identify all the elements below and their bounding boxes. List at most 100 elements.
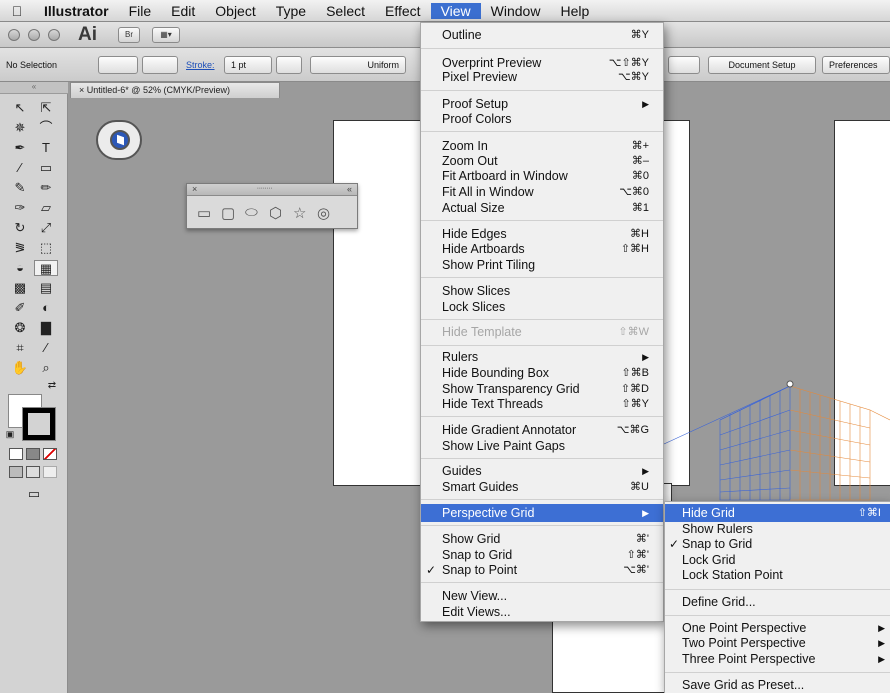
pencil-tool-icon[interactable]: ✏ <box>34 180 58 196</box>
mesh-tool-icon[interactable]: ▩ <box>8 280 32 296</box>
slice-tool-icon[interactable]: ∕ <box>34 340 58 356</box>
tools-panel-grip[interactable]: « <box>0 82 68 94</box>
shape-panel-collapse-icon[interactable]: « <box>347 184 352 195</box>
menu-item-show-live-paint-gaps[interactable]: Show Live Paint Gaps <box>421 438 663 454</box>
menu-item-show-grid[interactable]: Show Grid ⌘' <box>421 531 663 547</box>
draw-inside-icon[interactable] <box>43 466 57 478</box>
document-setup-button[interactable]: Document Setup <box>708 56 816 74</box>
document-tab[interactable]: × Untitled-6* @ 52% (CMYK/Preview) <box>70 82 280 98</box>
menu-illustrator[interactable]: Illustrator <box>34 3 119 19</box>
direct-selection-tool-icon[interactable]: ⇱ <box>34 100 58 116</box>
width-tool-icon[interactable]: ⪜ <box>8 240 32 256</box>
close-window-button[interactable] <box>8 29 20 41</box>
menu-item-hide-bounding-box[interactable]: Hide Bounding Box ⇧⌘B <box>421 365 663 381</box>
menu-item-new-view[interactable]: New View... <box>421 588 663 604</box>
rounded-rectangle-shape-icon[interactable]: ▢ <box>221 204 235 222</box>
rectangle-shape-icon[interactable]: ▭ <box>197 204 211 222</box>
menu-item-pixel-preview[interactable]: Pixel Preview ⌥⌘Y <box>421 69 663 85</box>
submenu-item-lock-station-point[interactable]: Lock Station Point <box>665 567 890 583</box>
draw-behind-icon[interactable] <box>26 466 40 478</box>
menu-item-lock-slices[interactable]: Lock Slices <box>421 299 663 315</box>
menu-item-zoom-in[interactable]: Zoom In ⌘+ <box>421 138 663 154</box>
menu-type[interactable]: Type <box>266 3 316 19</box>
rectangle-tool-icon[interactable]: ▭ <box>34 160 58 176</box>
close-document-icon[interactable]: × <box>79 85 84 95</box>
type-tool-icon[interactable]: T <box>34 140 58 156</box>
variable-width-profile-dropdown[interactable]: Uniform <box>310 56 406 74</box>
eraser-tool-icon[interactable]: ▱ <box>34 200 58 216</box>
submenu-item-show-rulers[interactable]: Show Rulers <box>665 521 890 537</box>
menu-item-snap-to-point[interactable]: ✓ Snap to Point ⌥⌘' <box>421 562 663 578</box>
shape-panel-close-icon[interactable]: × <box>192 184 197 194</box>
stroke-weight-dropdown[interactable] <box>276 56 302 74</box>
shape-tools-panel-header[interactable]: × ∙∙∙∙∙∙∙∙ « <box>187 184 357 196</box>
zoom-window-button[interactable] <box>48 29 60 41</box>
polygon-shape-icon[interactable]: ⬡ <box>269 204 282 222</box>
plane-switch-cube-icon[interactable] <box>110 130 130 150</box>
gradient-mode-icon[interactable] <box>26 448 40 460</box>
draw-normal-icon[interactable] <box>9 466 23 478</box>
ellipse-shape-icon[interactable]: ⬭ <box>245 204 258 221</box>
style-dropdown[interactable] <box>668 56 700 74</box>
menu-item-zoom-out[interactable]: Zoom Out ⌘– <box>421 153 663 169</box>
menu-edit[interactable]: Edit <box>161 3 205 19</box>
symbol-sprayer-tool-icon[interactable]: ❂ <box>8 320 32 336</box>
menu-item-hide-artboards[interactable]: Hide Artboards ⇧⌘H <box>421 241 663 257</box>
menu-item-snap-to-grid[interactable]: Snap to Grid ⇧⌘' <box>421 547 663 563</box>
default-fill-stroke-icon[interactable]: ▣ <box>4 426 16 442</box>
shape-builder-tool-icon[interactable]: ◒ <box>8 260 32 276</box>
preferences-button[interactable]: Preferences <box>822 56 890 74</box>
line-segment-tool-icon[interactable]: ∕ <box>8 160 32 176</box>
menu-item-proof-colors[interactable]: Proof Colors <box>421 111 663 127</box>
menu-effect[interactable]: Effect <box>375 3 431 19</box>
menu-help[interactable]: Help <box>550 3 599 19</box>
hand-tool-icon[interactable]: ✋ <box>8 360 32 376</box>
swap-fill-stroke-icon[interactable]: ⇄ <box>40 378 64 394</box>
stroke-color-dropdown[interactable] <box>142 56 178 74</box>
menu-item-show-print-tiling[interactable]: Show Print Tiling <box>421 257 663 273</box>
menu-object[interactable]: Object <box>205 3 265 19</box>
star-shape-icon[interactable]: ☆ <box>293 204 306 222</box>
blend-tool-icon[interactable]: ◐ <box>34 300 58 316</box>
pen-tool-icon[interactable]: ✒ <box>8 140 32 156</box>
menu-item-guides[interactable]: Guides ▶ <box>421 463 663 479</box>
menu-view[interactable]: View <box>430 3 481 19</box>
scale-tool-icon[interactable]: ⤢ <box>34 220 58 236</box>
flare-shape-icon[interactable]: ◎ <box>317 204 330 222</box>
zoom-tool-icon[interactable]: ⌕ <box>34 360 58 376</box>
menu-item-fit-all[interactable]: Fit All in Window ⌥⌘0 <box>421 184 663 200</box>
column-graph-tool-icon[interactable]: ▇ <box>34 320 58 336</box>
submenu-item-three-point-perspective[interactable]: Three Point Perspective ▶ <box>665 651 890 667</box>
menu-item-show-slices[interactable]: Show Slices <box>421 283 663 299</box>
magic-wand-tool-icon[interactable]: ✵ <box>8 120 32 136</box>
artboard-tool-icon[interactable]: ⌗ <box>8 340 32 356</box>
menu-item-hide-text-threads[interactable]: Hide Text Threads ⇧⌘Y <box>421 396 663 412</box>
menu-window[interactable]: Window <box>481 3 551 19</box>
perspective-grid-tool-icon[interactable]: ▦ <box>34 260 58 276</box>
fill-color-dropdown[interactable] <box>98 56 138 74</box>
submenu-item-snap-to-grid[interactable]: ✓ Snap to Grid <box>665 536 890 552</box>
menu-item-hide-edges[interactable]: Hide Edges ⌘H <box>421 226 663 242</box>
menu-item-hide-gradient-annotator[interactable]: Hide Gradient Annotator ⌥⌘G <box>421 422 663 438</box>
menu-select[interactable]: Select <box>316 3 375 19</box>
rotate-tool-icon[interactable]: ↻ <box>8 220 32 236</box>
shape-panel-grip[interactable]: ∙∙∙∙∙∙∙∙ <box>257 183 273 194</box>
arrange-documents-button[interactable]: ▦▾ <box>152 27 180 43</box>
selection-tool-icon[interactable]: ↖ <box>8 100 32 116</box>
submenu-item-hide-grid[interactable]: Hide Grid ⇧⌘I <box>665 504 890 522</box>
menu-item-outline[interactable]: Outline ⌘Y <box>421 27 663 43</box>
menu-item-edit-views[interactable]: Edit Views... <box>421 604 663 620</box>
menu-item-proof-setup[interactable]: Proof Setup ▶ <box>421 96 663 112</box>
gradient-tool-icon[interactable]: ▤ <box>34 280 58 296</box>
free-transform-tool-icon[interactable]: ⬚ <box>34 240 58 256</box>
apple-menu-icon[interactable]:  <box>0 3 34 19</box>
stroke-weight-stepper[interactable]: 1 pt <box>224 56 272 74</box>
stroke-swatch[interactable] <box>22 407 56 441</box>
lasso-tool-icon[interactable]: ⌒ <box>34 120 58 136</box>
paintbrush-tool-icon[interactable]: ✎ <box>8 180 32 196</box>
submenu-item-define-grid[interactable]: Define Grid... <box>665 594 890 610</box>
menu-file[interactable]: File <box>119 3 162 19</box>
perspective-plane-widget[interactable] <box>96 120 142 160</box>
menu-item-smart-guides[interactable]: Smart Guides ⌘U <box>421 479 663 495</box>
screen-mode-icon[interactable]: ▭ <box>22 486 46 502</box>
